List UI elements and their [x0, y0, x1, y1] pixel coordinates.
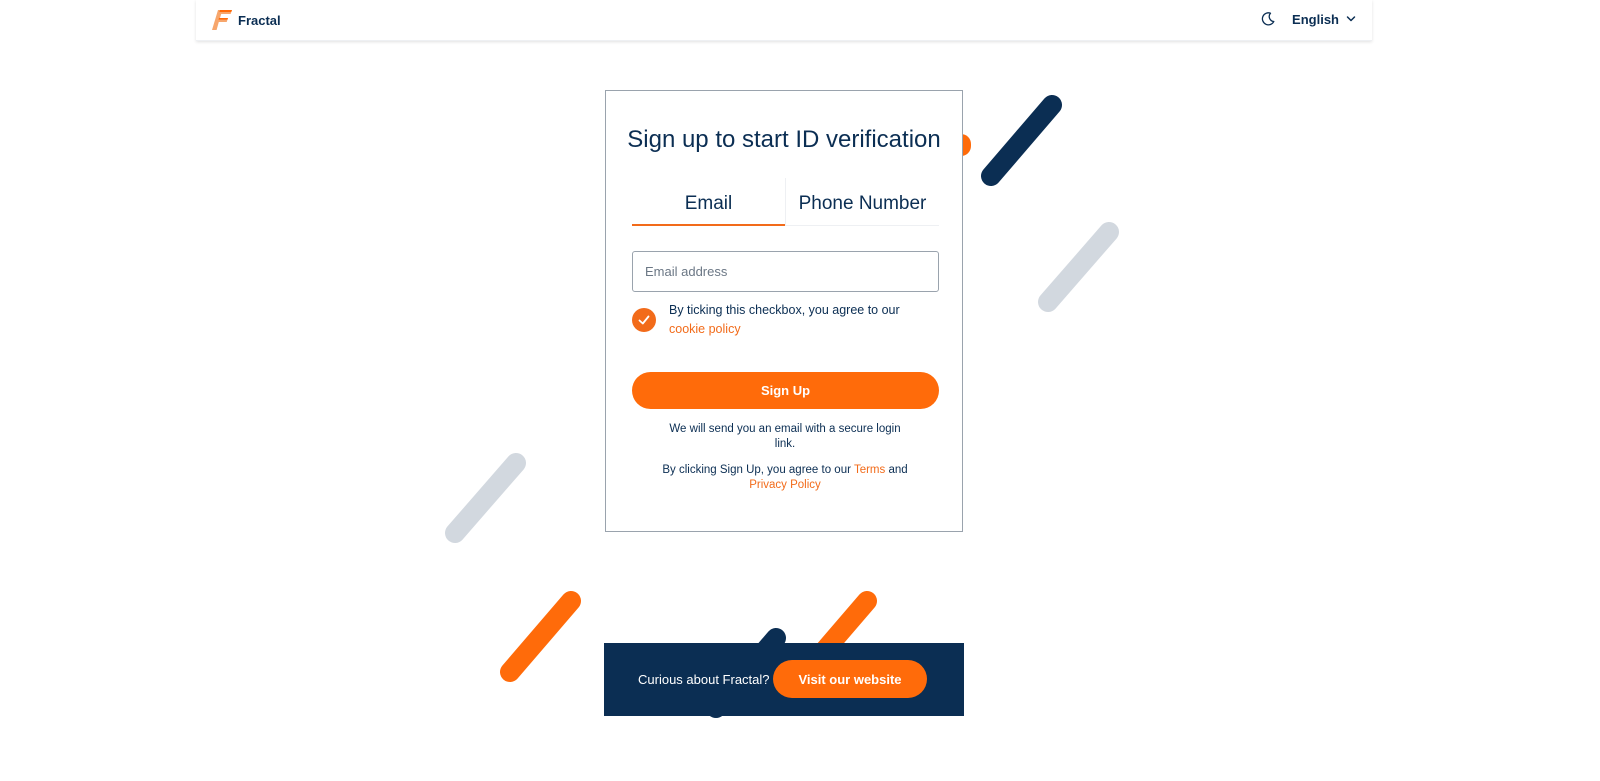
cookie-consent: By ticking this checkbox, you agree to o…	[632, 301, 932, 339]
decor-stroke-gray-left	[445, 453, 526, 543]
decor-stroke-gray-right	[1038, 222, 1119, 312]
fractal-logo-icon	[212, 10, 232, 30]
tab-email[interactable]: Email	[632, 178, 785, 226]
privacy-policy-link[interactable]: Privacy Policy	[749, 479, 821, 491]
terms-and: and	[888, 464, 908, 476]
signup-page: Fractal English Sign up to start ID veri…	[0, 0, 1600, 781]
banner-text: Curious about Fractal?	[638, 672, 770, 687]
brand-name: Fractal	[238, 12, 281, 28]
sign-up-button[interactable]: Sign Up	[632, 372, 939, 409]
top-header: Fractal English	[196, 0, 1372, 41]
email-field[interactable]	[632, 251, 939, 292]
consent-label: By ticking this checkbox, you agree to o…	[669, 303, 900, 317]
cookie-policy-link[interactable]: cookie policy	[669, 322, 741, 336]
decor-stroke-orange-left	[500, 591, 581, 682]
tab-phone-number[interactable]: Phone Number	[785, 178, 939, 226]
brand-logo[interactable]: Fractal	[211, 9, 281, 31]
login-link-note: We will send you an email with a secure …	[669, 423, 901, 450]
header-controls: English	[1260, 11, 1356, 27]
language-selector[interactable]: English	[1292, 12, 1356, 27]
language-label: English	[1292, 11, 1339, 27]
checkmark-icon	[638, 315, 650, 325]
decor-stroke-navy-top	[981, 95, 1062, 186]
page-title: Sign up to start ID verification	[627, 126, 941, 153]
terms-prefix: By clicking Sign Up, you agree to our	[662, 464, 851, 476]
consent-text: By ticking this checkbox, you agree to o…	[669, 301, 900, 339]
signup-card: Sign up to start ID verification Email P…	[605, 90, 963, 532]
chevron-down-icon	[1346, 16, 1356, 22]
terms-link[interactable]: Terms	[854, 464, 885, 476]
signup-method-tabs: Email Phone Number	[632, 178, 939, 226]
visit-website-button[interactable]: Visit our website	[773, 660, 927, 698]
moon-icon[interactable]	[1260, 11, 1276, 27]
consent-checkbox[interactable]	[632, 308, 656, 332]
promo-banner: Curious about Fractal? Visit our website	[604, 643, 964, 716]
terms-notice: By clicking Sign Up, you agree to our Te…	[646, 463, 924, 493]
